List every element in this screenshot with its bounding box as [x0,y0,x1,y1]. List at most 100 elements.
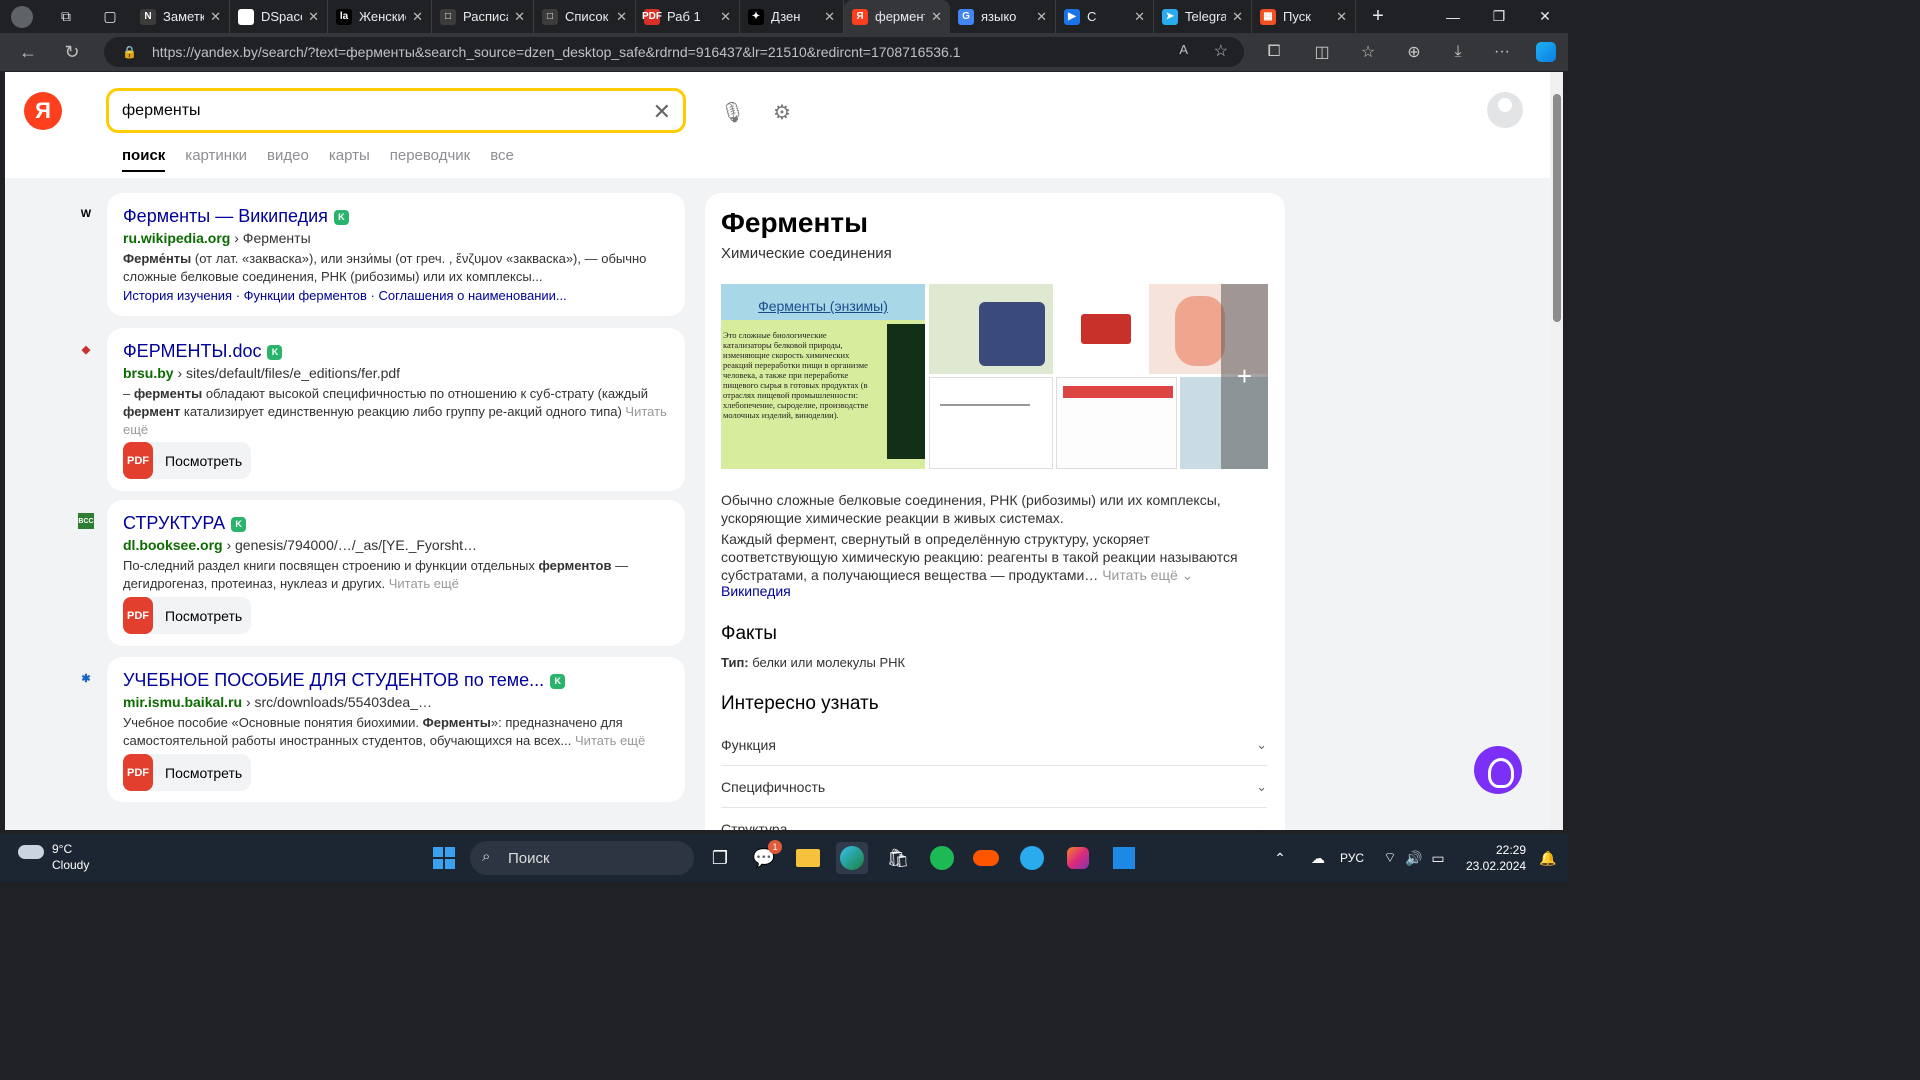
kp-image-3[interactable] [1057,284,1147,374]
alice-assistant-button[interactable] [1474,746,1522,794]
instagram-icon[interactable] [1062,842,1094,874]
browser-tab[interactable]: □ Список ✕ [534,0,636,33]
result-title[interactable]: ФЕРМЕНТЫ.doc K [123,341,283,362]
close-tab-icon[interactable]: ✕ [931,9,942,25]
kp-images-more-overlay[interactable]: + [1221,284,1268,469]
close-tab-icon[interactable]: ✕ [514,9,525,25]
extensions-icon[interactable]: ⧠ [1252,33,1296,71]
read-more-link[interactable]: Читать ещё [575,733,645,748]
search-tab[interactable]: поиск [122,147,166,172]
search-tab[interactable]: все [490,147,514,172]
soundcloud-icon[interactable] [970,842,1002,874]
store-icon[interactable]: 🛍 [882,842,914,874]
pdf-view-button[interactable]: PDF Посмотреть [123,442,251,479]
result-title[interactable]: СТРУКТУРА K [123,513,247,534]
kp-source-link[interactable]: Википедия [721,583,791,599]
new-tab-button[interactable]: + [1356,0,1400,33]
close-tab-icon[interactable]: ✕ [412,9,423,25]
browser-tab[interactable]: Gязыко ✕ [950,0,1056,33]
close-tab-icon[interactable]: ✕ [1036,9,1047,25]
mic-icon[interactable]: 🎙 [720,100,745,125]
kp-image-2[interactable] [929,284,1053,374]
search-input[interactable]: ферменты ✕ [106,88,686,133]
filters-icon[interactable]: ⚙ [773,100,791,125]
result-sitelinks[interactable]: История изучения · Функции ферментов · С… [123,288,567,303]
avatar[interactable] [1487,92,1523,128]
pdf-view-button[interactable]: PDF Посмотреть [123,754,251,791]
kp-read-more[interactable]: Читать ещё ⌄ [1102,567,1193,583]
browser-tab[interactable]: N Заметки ✕ [132,0,230,33]
close-tab-icon[interactable]: ✕ [210,9,221,25]
kp-accordion-item[interactable]: Функция ⌄ [721,724,1267,766]
result-title[interactable]: УЧЕБНОЕ ПОСОБИЕ ДЛЯ СТУДЕНТОВ по теме...… [123,670,566,691]
result-url[interactable]: mir.ismu.baikal.ru › src/downloads/55403… [123,694,432,710]
kp-accordion-item[interactable]: Структура ⌄ [721,808,1267,831]
kp-image-5[interactable] [929,377,1053,469]
result-url[interactable]: dl.booksee.org › genesis/794000/…/_as/[Y… [123,537,477,553]
kp-image-main[interactable]: Ферменты (энзимы) Это сложные биологичес… [721,284,925,469]
telegram-icon[interactable] [1016,842,1048,874]
spotify-icon[interactable] [926,842,958,874]
more-menu-icon[interactable]: ··· [1480,33,1524,71]
tab-actions-icon[interactable]: ▢ [88,0,132,33]
refresh-button[interactable]: ↻ [50,33,94,71]
browser-tab[interactable]: ➤ Telegram ✕ [1154,0,1252,33]
edge-icon[interactable] [836,842,868,874]
yandex-logo[interactable]: Я [24,92,62,130]
search-tab[interactable]: переводчик [390,147,470,172]
profile-icon[interactable] [0,0,44,33]
browser-tab[interactable]: ▦ Пуск ✕ [1252,0,1356,33]
result-url[interactable]: brsu.by › sites/default/files/e_editions… [123,365,400,381]
favorite-star-icon[interactable]: ☆ [1214,41,1228,61]
read-aloud-icon[interactable]: A [1179,42,1188,57]
browser-tab[interactable]: la Женские ✕ [328,0,432,33]
browser-tab[interactable]: PDF Раб 1 ✕ [636,0,740,33]
clear-icon[interactable]: ✕ [653,99,671,125]
browser-tab[interactable]: ✦ Дзен ✕ [740,0,844,33]
kp-accordion-item[interactable]: Специфичность ⌄ [721,766,1267,808]
chat-icon[interactable]: 💬 1 [748,840,782,874]
search-tab[interactable]: видео [267,147,309,172]
task-view-icon[interactable]: ❐ [704,842,736,874]
file-explorer-icon[interactable] [792,842,824,874]
search-tab[interactable]: картинки [185,147,247,172]
tray-overflow-icon[interactable]: ⌃ [1264,842,1296,874]
page-scrollbar[interactable] [1551,72,1563,830]
browser-tab[interactable]: ▶ C ✕ [1056,0,1154,33]
collections-icon[interactable]: ⊕ [1392,33,1436,71]
close-tab-icon[interactable]: ✕ [308,9,319,25]
maximize-button[interactable]: ❐ [1476,0,1522,33]
close-tab-icon[interactable]: ✕ [1232,9,1243,25]
url-field[interactable]: 🔒 https://yandex.by/search/?text=фермент… [104,37,1244,67]
back-button[interactable]: ← [6,33,50,71]
close-window-button[interactable]: ✕ [1522,0,1568,33]
close-tab-icon[interactable]: ✕ [720,9,731,25]
tray-app-icon[interactable]: ☁ [1302,842,1334,874]
start-button[interactable] [428,842,460,874]
browser-tab[interactable]: Яферменты ✕ [844,0,950,33]
kp-image-6[interactable] [1056,377,1177,469]
pdf-view-button[interactable]: PDF Посмотреть [123,597,251,634]
app-icon[interactable] [1108,842,1140,874]
read-more-link[interactable]: Читать ещё [389,576,459,591]
copilot-icon[interactable] [1524,33,1568,71]
browser-tab[interactable]: □ Расписание ✕ [432,0,534,33]
workspaces-icon[interactable]: ⧉ [44,0,88,33]
downloads-icon[interactable]: ⤓ [1436,33,1480,71]
split-screen-icon[interactable]: ◫ [1300,33,1344,71]
close-tab-icon[interactable]: ✕ [824,9,835,25]
browser-tab[interactable]: D DSpace ✕ [230,0,328,33]
scrollbar-thumb[interactable] [1553,94,1561,322]
close-tab-icon[interactable]: ✕ [1336,9,1347,25]
notifications-icon[interactable]: 🔔 [1532,842,1564,874]
battery-icon[interactable]: ▭ [1422,842,1454,874]
clock[interactable]: 22:29 23.02.2024 [1466,842,1526,874]
favorites-icon[interactable]: ☆ [1346,33,1390,71]
close-tab-icon[interactable]: ✕ [1134,9,1145,25]
close-tab-icon[interactable]: ✕ [616,9,627,25]
search-tab[interactable]: карты [329,147,370,172]
result-url[interactable]: ru.wikipedia.org › Ферменты [123,230,311,246]
minimize-button[interactable]: — [1430,0,1476,33]
weather-widget[interactable]: 9°C Cloudy [18,841,89,873]
language-indicator[interactable]: РУС [1340,851,1364,865]
